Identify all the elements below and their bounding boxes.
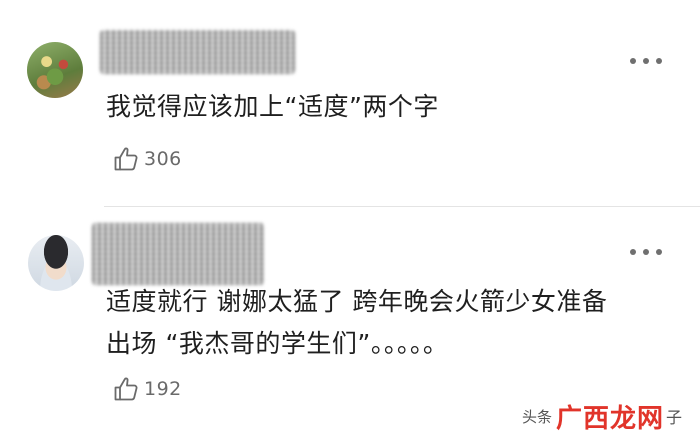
username-redacted <box>100 30 295 74</box>
comment-text: 适度就行 谢娜太猛了 跨年晚会火箭少女准备 出场 “我杰哥的学生们”。。。。。 <box>106 287 608 358</box>
comment-item: 我觉得应该加上“适度”两个字 306 <box>0 0 700 206</box>
avatar[interactable] <box>28 235 84 291</box>
like-button[interactable]: 192 <box>112 375 182 403</box>
thumb-up-icon <box>114 147 138 171</box>
comment-item: 适度就行 谢娜太猛了 跨年晚会火箭少女准备 出场 “我杰哥的学生们”。。。。。 … <box>0 207 700 438</box>
username-redacted <box>92 223 264 285</box>
thumb-up-icon <box>114 377 138 401</box>
like-count: 192 <box>144 378 182 400</box>
comment-text: 我觉得应该加上“适度”两个字 <box>106 92 439 121</box>
like-count: 306 <box>144 148 182 170</box>
comment-list: 我觉得应该加上“适度”两个字 306 适度就行 谢娜太猛了 跨年晚会火箭少女准备… <box>0 0 700 438</box>
more-dots-icon[interactable] <box>630 245 662 259</box>
avatar[interactable] <box>27 42 83 98</box>
like-button[interactable]: 306 <box>112 145 182 173</box>
more-dots-icon[interactable] <box>630 54 662 68</box>
